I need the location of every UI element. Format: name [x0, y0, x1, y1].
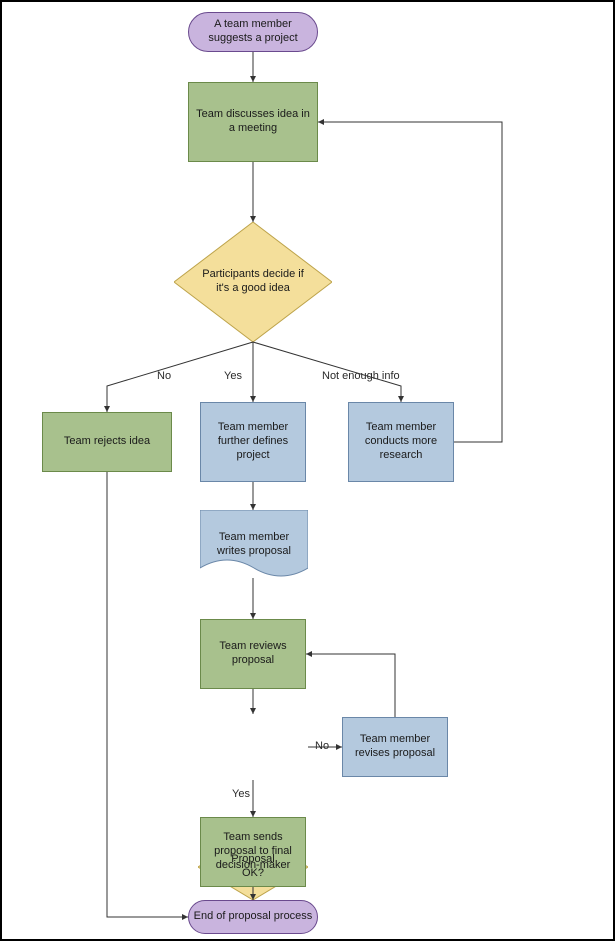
node-review: Team reviews proposal [200, 619, 306, 689]
node-end: End of proposal process [188, 900, 318, 934]
node-label: A team member suggests a project [193, 18, 313, 46]
node-discuss: Team discusses idea in a meeting [188, 82, 318, 162]
node-define: Team member further defines project [200, 402, 306, 482]
node-proposal: Team member writes proposal [200, 510, 308, 580]
node-decide: Participants decide if it's a good idea [174, 222, 332, 342]
node-label: Participants decide if it's a good idea [178, 268, 328, 296]
node-label: Team member revises proposal [347, 733, 443, 761]
node-label: End of proposal process [194, 910, 313, 924]
node-start: A team member suggests a project [188, 12, 318, 52]
node-label: Proposal OK? [202, 853, 304, 881]
node-label: Team member further defines project [205, 421, 301, 462]
flowchart-canvas: { "nodes": { "start": {"text":"A team me… [0, 0, 615, 941]
edge-label-no: No [157, 370, 171, 382]
edge-label-yes: Yes [224, 370, 242, 382]
node-label: Team member conducts more research [353, 421, 449, 462]
node-label: Team reviews proposal [205, 640, 301, 668]
edge-label-notenough: Not enough info [322, 370, 400, 382]
node-label: Team rejects idea [64, 435, 150, 449]
node-reject: Team rejects idea [42, 412, 172, 472]
node-label: Team member writes proposal [204, 531, 304, 559]
node-label: Team discusses idea in a meeting [193, 108, 313, 136]
edge-label-ok-yes: Yes [232, 788, 250, 800]
edge-label-ok-no: No [315, 740, 329, 752]
node-revise: Team member revises proposal [342, 717, 448, 777]
node-research: Team member conducts more research [348, 402, 454, 482]
